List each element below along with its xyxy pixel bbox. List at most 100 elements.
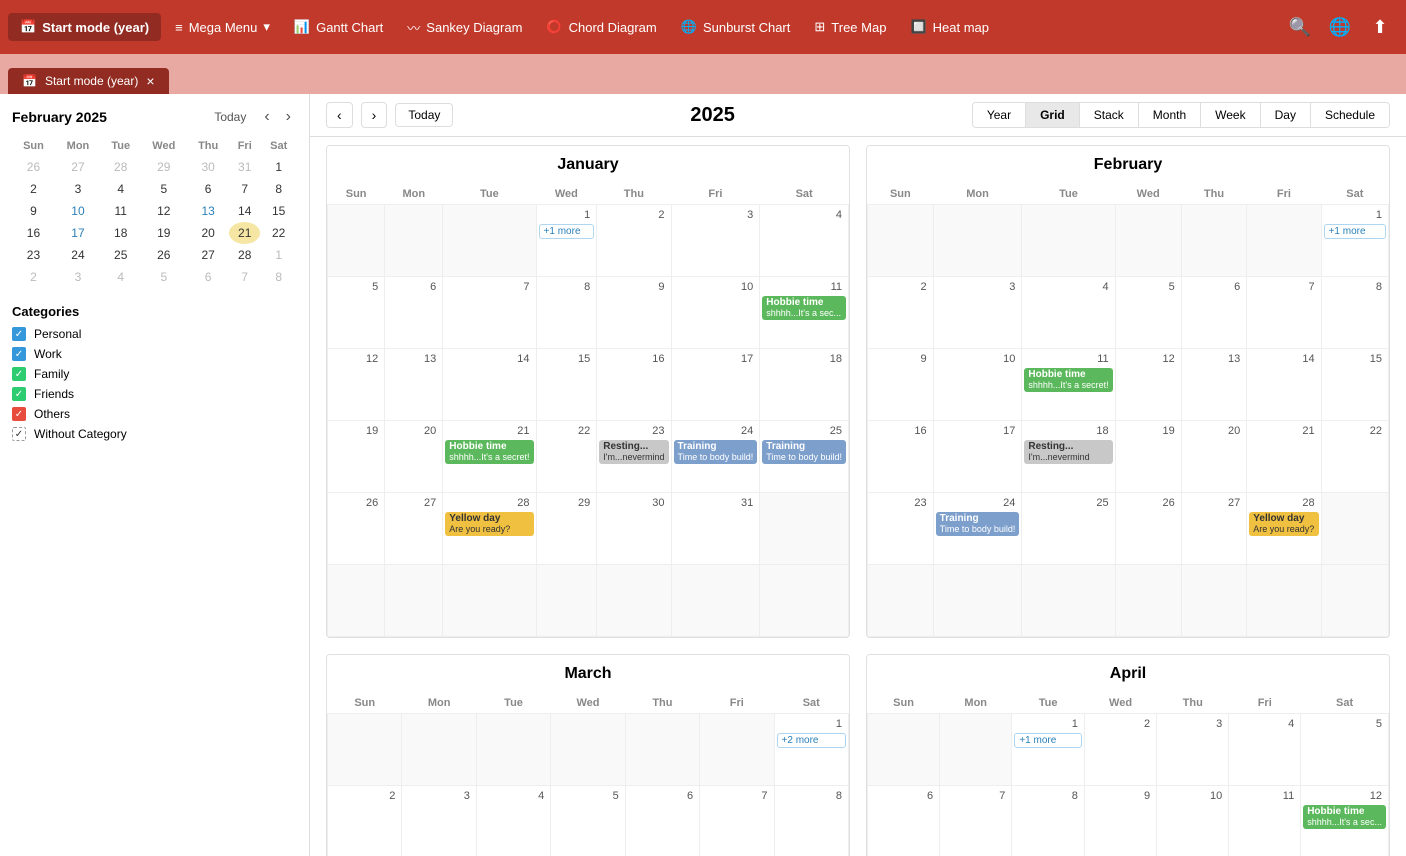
globe-button[interactable]: 🌐 xyxy=(1322,9,1358,45)
month-day-cell[interactable] xyxy=(933,205,1022,277)
month-day-cell[interactable]: 4 xyxy=(1022,277,1115,349)
event-item[interactable]: Resting...I'm...nevermind xyxy=(599,440,668,464)
month-day-cell[interactable]: 30 xyxy=(597,493,671,565)
category-checkbox[interactable]: ✓ xyxy=(12,407,26,421)
month-day-cell[interactable] xyxy=(1321,565,1388,637)
month-day-cell[interactable]: 9 xyxy=(868,349,934,421)
cal-today-button[interactable]: Today xyxy=(395,103,453,127)
month-day-cell[interactable] xyxy=(940,714,1012,786)
month-day-cell[interactable]: 5 xyxy=(1115,277,1181,349)
month-day-cell[interactable]: 9 xyxy=(597,277,671,349)
month-day-cell[interactable] xyxy=(760,493,849,565)
search-button[interactable]: 🔍 xyxy=(1282,9,1318,45)
month-day-cell[interactable]: 17 xyxy=(933,421,1022,493)
month-day-cell[interactable] xyxy=(328,714,402,786)
month-day-cell[interactable] xyxy=(551,714,625,786)
event-more[interactable]: +2 more xyxy=(777,733,846,748)
mega-menu-button[interactable]: ≡ Mega Menu ▾ xyxy=(165,13,280,41)
tree-map-button[interactable]: ⊞ Tree Map xyxy=(804,13,896,41)
month-day-cell[interactable]: 10 xyxy=(933,349,1022,421)
view-btn-year[interactable]: Year xyxy=(973,103,1026,127)
month-day-cell[interactable] xyxy=(402,714,476,786)
mini-day-cell[interactable]: 7 xyxy=(229,266,260,288)
month-day-cell[interactable]: 10 xyxy=(1157,786,1229,856)
mini-day-cell[interactable]: 6 xyxy=(187,266,229,288)
mini-day-cell[interactable]: 2 xyxy=(12,266,55,288)
month-day-cell[interactable]: 22 xyxy=(536,421,597,493)
month-day-cell[interactable]: 4 xyxy=(760,205,849,277)
mini-day-cell[interactable]: 15 xyxy=(260,200,297,222)
event-item[interactable]: Hobbie timeshhhh...It's a secret! xyxy=(1024,368,1112,392)
cal-prev-button[interactable]: ‹ xyxy=(326,102,353,128)
sankey-diagram-button[interactable]: 〰 Sankey Diagram xyxy=(397,12,532,43)
month-day-cell[interactable] xyxy=(476,714,550,786)
month-day-cell[interactable] xyxy=(1181,205,1247,277)
category-item[interactable]: ✓Friends xyxy=(12,387,297,401)
mini-today-button[interactable]: Today xyxy=(206,108,254,126)
month-day-cell[interactable]: 28Yellow dayAre you ready? xyxy=(1247,493,1321,565)
month-day-cell[interactable]: 2 xyxy=(868,277,934,349)
month-day-cell[interactable] xyxy=(328,565,385,637)
mini-day-cell[interactable]: 18 xyxy=(101,222,140,244)
mini-day-cell[interactable]: 28 xyxy=(101,156,140,178)
view-btn-day[interactable]: Day xyxy=(1261,103,1311,127)
month-day-cell[interactable]: 6 xyxy=(1181,277,1247,349)
month-day-cell[interactable]: 7 xyxy=(1247,277,1321,349)
month-day-cell[interactable]: 1+1 more xyxy=(1321,205,1388,277)
month-day-cell[interactable]: 10 xyxy=(671,277,760,349)
month-day-cell[interactable]: 28Yellow dayAre you ready? xyxy=(443,493,536,565)
event-item[interactable]: TrainingTime to body build! xyxy=(674,440,758,464)
event-item[interactable]: Hobbie timeshhhh...It's a sec... xyxy=(762,296,846,320)
mini-day-cell[interactable]: 1 xyxy=(260,156,297,178)
category-checkbox[interactable]: ✓ xyxy=(12,367,26,381)
month-day-cell[interactable]: 27 xyxy=(385,493,443,565)
month-day-cell[interactable]: 24TrainingTime to body build! xyxy=(671,421,760,493)
month-day-cell[interactable]: 14 xyxy=(1247,349,1321,421)
mini-day-cell[interactable]: 20 xyxy=(187,222,229,244)
mini-day-cell[interactable]: 27 xyxy=(187,244,229,266)
month-day-cell[interactable]: 21 xyxy=(1247,421,1321,493)
tab-close-button[interactable]: × xyxy=(146,74,154,88)
mini-day-cell[interactable]: 17 xyxy=(55,222,101,244)
month-day-cell[interactable]: 13 xyxy=(385,349,443,421)
mini-day-cell[interactable]: 31 xyxy=(229,156,260,178)
view-btn-grid[interactable]: Grid xyxy=(1026,103,1080,127)
grid-calendar[interactable]: JanuarySunMonTueWedThuFriSat1+1 more2345… xyxy=(310,137,1406,856)
month-day-cell[interactable]: 1+1 more xyxy=(536,205,597,277)
month-day-cell[interactable]: 11Hobbie timeshhhh...It's a sec... xyxy=(760,277,849,349)
gantt-chart-button[interactable]: 📊 Gantt Chart xyxy=(284,13,393,41)
mini-day-cell[interactable]: 11 xyxy=(101,200,140,222)
month-day-cell[interactable]: 25TrainingTime to body build! xyxy=(760,421,849,493)
month-day-cell[interactable] xyxy=(1022,205,1115,277)
month-day-cell[interactable]: 4 xyxy=(476,786,550,856)
brand-button[interactable]: 📅 Start mode (year) xyxy=(8,13,161,41)
month-day-cell[interactable] xyxy=(868,714,940,786)
month-day-cell[interactable]: 1+2 more xyxy=(774,714,848,786)
mini-day-cell[interactable]: 28 xyxy=(229,244,260,266)
mini-day-cell[interactable]: 3 xyxy=(55,266,101,288)
month-day-cell[interactable]: 29 xyxy=(536,493,597,565)
cal-next-button[interactable]: › xyxy=(361,102,388,128)
month-day-cell[interactable] xyxy=(536,565,597,637)
month-day-cell[interactable]: 8 xyxy=(536,277,597,349)
mini-day-cell[interactable]: 1 xyxy=(260,244,297,266)
month-day-cell[interactable] xyxy=(700,714,774,786)
mini-day-cell[interactable]: 12 xyxy=(140,200,187,222)
month-day-cell[interactable]: 7 xyxy=(443,277,536,349)
event-item[interactable]: Hobbie timeshhhh...It's a secret! xyxy=(445,440,533,464)
month-day-cell[interactable]: 11 xyxy=(1229,786,1301,856)
view-btn-week[interactable]: Week xyxy=(1201,103,1260,127)
event-item[interactable]: TrainingTime to body build! xyxy=(936,512,1020,536)
month-day-cell[interactable]: 15 xyxy=(1321,349,1388,421)
mini-day-cell[interactable]: 26 xyxy=(140,244,187,266)
month-day-cell[interactable]: 19 xyxy=(1115,421,1181,493)
month-day-cell[interactable]: 18Resting...I'm...nevermind xyxy=(1022,421,1115,493)
mini-day-cell[interactable]: 24 xyxy=(55,244,101,266)
mini-day-cell[interactable]: 14 xyxy=(229,200,260,222)
month-day-cell[interactable] xyxy=(1247,205,1321,277)
month-day-cell[interactable] xyxy=(1321,493,1388,565)
month-day-cell[interactable]: 22 xyxy=(1321,421,1388,493)
month-day-cell[interactable]: 11Hobbie timeshhhh...It's a secret! xyxy=(1022,349,1115,421)
month-day-cell[interactable]: 13 xyxy=(1181,349,1247,421)
month-day-cell[interactable] xyxy=(625,714,699,786)
